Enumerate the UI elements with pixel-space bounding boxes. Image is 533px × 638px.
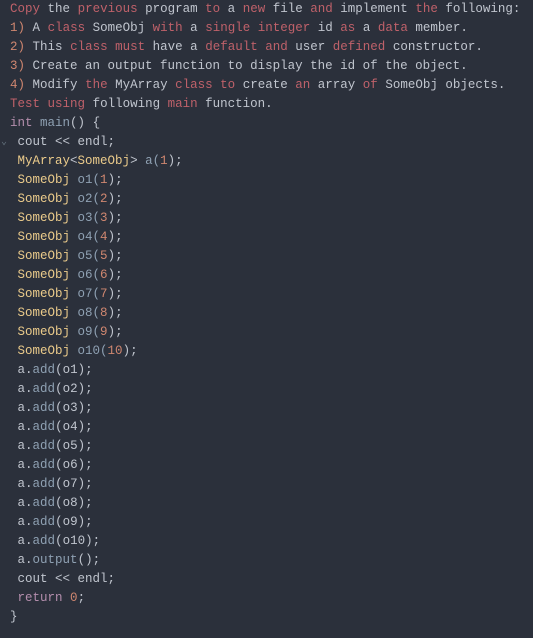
- code-editor-content[interactable]: Copy the previous program to a new file …: [0, 0, 533, 627]
- comment-line-2: 1) A class SomeObj with a single integer…: [10, 21, 468, 35]
- code-line-return: return 0;: [10, 591, 85, 605]
- code-line-obj-decl: SomeObj o3(3);: [10, 211, 123, 225]
- comment-line-4: 3) Create an output function to display …: [10, 59, 468, 73]
- code-line-add-call: a.add(o3);: [10, 401, 93, 415]
- code-line-main-sig: int main() {: [10, 116, 100, 130]
- code-line-obj-decl: SomeObj o8(8);: [10, 306, 123, 320]
- comment-line-6: Test using following main function.: [10, 97, 273, 111]
- code-line-obj-decl: SomeObj o2(2);: [10, 192, 123, 206]
- code-line-cout2: cout << endl;: [10, 572, 115, 586]
- code-line-add-call: a.add(o7);: [10, 477, 93, 491]
- code-line-add-call: a.add(o4);: [10, 420, 93, 434]
- comment-line-3: 2) This class must have a default and us…: [10, 40, 483, 54]
- code-line-add-call: a.add(o9);: [10, 515, 93, 529]
- code-line-cout1: cout << endl;: [10, 135, 115, 149]
- code-line-myarray-decl: MyArray<SomeObj> a(1);: [10, 154, 183, 168]
- code-line-add-call: a.add(o8);: [10, 496, 93, 510]
- code-line-obj-decl: SomeObj o10(10);: [10, 344, 138, 358]
- code-line-add-call: a.add(o5);: [10, 439, 93, 453]
- comment-line-1: Copy the previous program to a new file …: [10, 2, 520, 16]
- code-line-obj-decl: SomeObj o4(4);: [10, 230, 123, 244]
- fold-marker-icon[interactable]: ⌄: [1, 133, 7, 152]
- gutter: ⌄: [0, 0, 8, 638]
- code-line-add-call: a.add(o1);: [10, 363, 93, 377]
- code-line-obj-decl: SomeObj o9(9);: [10, 325, 123, 339]
- code-line-obj-decl: SomeObj o5(5);: [10, 249, 123, 263]
- code-line-add-call: a.add(o2);: [10, 382, 93, 396]
- code-line-output-call: a.output();: [10, 553, 100, 567]
- code-line-obj-decl: SomeObj o7(7);: [10, 287, 123, 301]
- code-line-obj-decl: SomeObj o6(6);: [10, 268, 123, 282]
- code-line-add-call: a.add(o10);: [10, 534, 100, 548]
- code-line-obj-decl: SomeObj o1(1);: [10, 173, 123, 187]
- code-line-add-call: a.add(o6);: [10, 458, 93, 472]
- comment-line-5: 4) Modify the MyArray class to create an…: [10, 78, 505, 92]
- code-line-rbrace: }: [10, 610, 18, 624]
